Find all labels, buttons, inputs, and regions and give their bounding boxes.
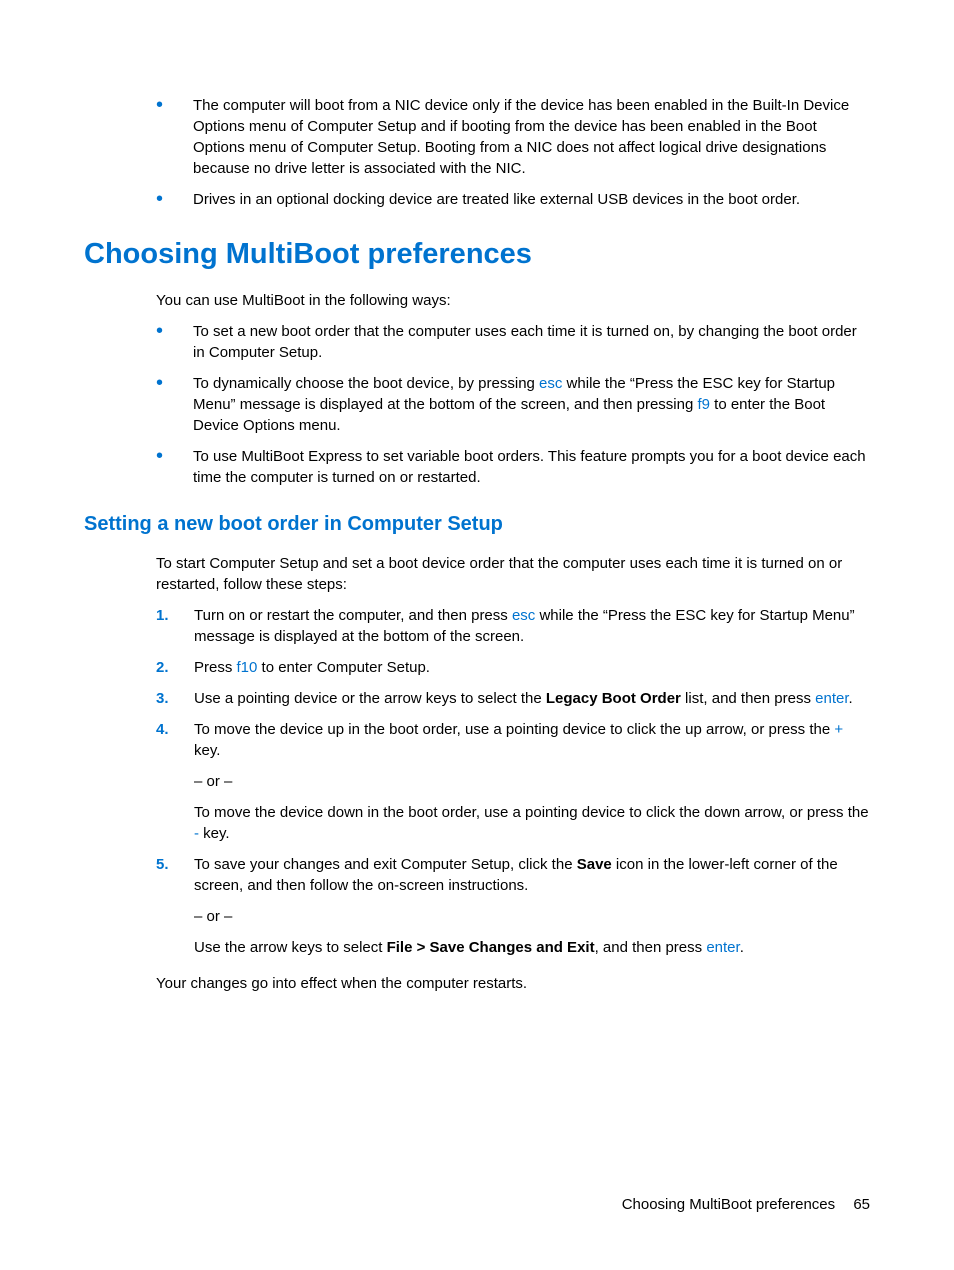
key-f10: f10	[237, 659, 258, 676]
text-span: To move the device down in the boot orde…	[194, 804, 869, 821]
step-body: Press f10 to enter Computer Setup.	[194, 657, 870, 678]
ways-bullet-list: • To set a new boot order that the compu…	[156, 321, 870, 488]
bullet-item: • To dynamically choose the boot device,…	[156, 373, 870, 436]
text-span: to enter Computer Setup.	[257, 659, 430, 676]
step-number: 3.	[156, 688, 174, 709]
text-span: Press	[194, 659, 237, 676]
text-span: key.	[199, 825, 230, 842]
step-body: To save your changes and exit Computer S…	[194, 854, 870, 958]
or-divider: – or –	[194, 906, 870, 927]
text-span: .	[849, 690, 853, 707]
step-number: 4.	[156, 719, 174, 844]
bold-text: Legacy Boot Order	[546, 690, 681, 707]
bullet-item: • The computer will boot from a NIC devi…	[156, 95, 870, 179]
bullet-icon: •	[156, 446, 163, 488]
heading-h1: Choosing MultiBoot preferences	[84, 234, 870, 275]
key-esc: esc	[539, 375, 562, 392]
bold-text: File > Save Changes and Exit	[387, 939, 595, 956]
bullet-item: • To use MultiBoot Express to set variab…	[156, 446, 870, 488]
bullet-item: • Drives in an optional docking device a…	[156, 189, 870, 210]
bold-text: Save	[577, 856, 612, 873]
text-span: .	[740, 939, 744, 956]
document-page: • The computer will boot from a NIC devi…	[0, 0, 954, 1270]
intro-paragraph: You can use MultiBoot in the following w…	[156, 290, 870, 311]
bullet-icon: •	[156, 95, 163, 179]
step-number: 1.	[156, 605, 174, 647]
key-plus: +	[834, 721, 843, 738]
bullet-icon: •	[156, 373, 163, 436]
step-body: Turn on or restart the computer, and the…	[194, 605, 870, 647]
key-enter: enter	[706, 939, 739, 956]
bullet-text: To set a new boot order that the compute…	[193, 321, 870, 363]
step-item: 4. To move the device up in the boot ord…	[156, 719, 870, 844]
text-span: To move the device up in the boot order,…	[194, 721, 834, 738]
text-span: key.	[194, 742, 220, 759]
text-span: Use the arrow keys to select	[194, 939, 387, 956]
text-span: To save your changes and exit Computer S…	[194, 856, 577, 873]
text-span: , and then press	[595, 939, 707, 956]
or-divider: – or –	[194, 771, 870, 792]
bullet-icon: •	[156, 189, 163, 210]
text-span: list, and then press	[681, 690, 815, 707]
steps-intro-paragraph: To start Computer Setup and set a boot d…	[156, 553, 870, 595]
page-footer: Choosing MultiBoot preferences 65	[622, 1194, 870, 1215]
step-number: 5.	[156, 854, 174, 958]
bullet-text: The computer will boot from a NIC device…	[193, 95, 870, 179]
heading-h2: Setting a new boot order in Computer Set…	[84, 510, 870, 538]
bullet-text: To use MultiBoot Express to set variable…	[193, 446, 870, 488]
numbered-steps-list: 1. Turn on or restart the computer, and …	[156, 605, 870, 958]
step-body: Use a pointing device or the arrow keys …	[194, 688, 870, 709]
bullet-text: Drives in an optional docking device are…	[193, 189, 870, 210]
text-span: Use a pointing device or the arrow keys …	[194, 690, 546, 707]
page-number: 65	[853, 1196, 870, 1213]
top-bullet-list: • The computer will boot from a NIC devi…	[156, 95, 870, 210]
step-item: 3. Use a pointing device or the arrow ke…	[156, 688, 870, 709]
key-esc: esc	[512, 607, 535, 624]
key-f9: f9	[697, 396, 710, 413]
footer-section-title: Choosing MultiBoot preferences	[622, 1196, 835, 1213]
bullet-item: • To set a new boot order that the compu…	[156, 321, 870, 363]
text-span: Turn on or restart the computer, and the…	[194, 607, 512, 624]
bullet-icon: •	[156, 321, 163, 363]
step-number: 2.	[156, 657, 174, 678]
step-body: To move the device up in the boot order,…	[194, 719, 870, 844]
step-item: 2. Press f10 to enter Computer Setup.	[156, 657, 870, 678]
key-enter: enter	[815, 690, 848, 707]
text-span: To dynamically choose the boot device, b…	[193, 375, 539, 392]
step-item: 1. Turn on or restart the computer, and …	[156, 605, 870, 647]
step-item: 5. To save your changes and exit Compute…	[156, 854, 870, 958]
closing-paragraph: Your changes go into effect when the com…	[156, 973, 870, 994]
bullet-text: To dynamically choose the boot device, b…	[193, 373, 870, 436]
